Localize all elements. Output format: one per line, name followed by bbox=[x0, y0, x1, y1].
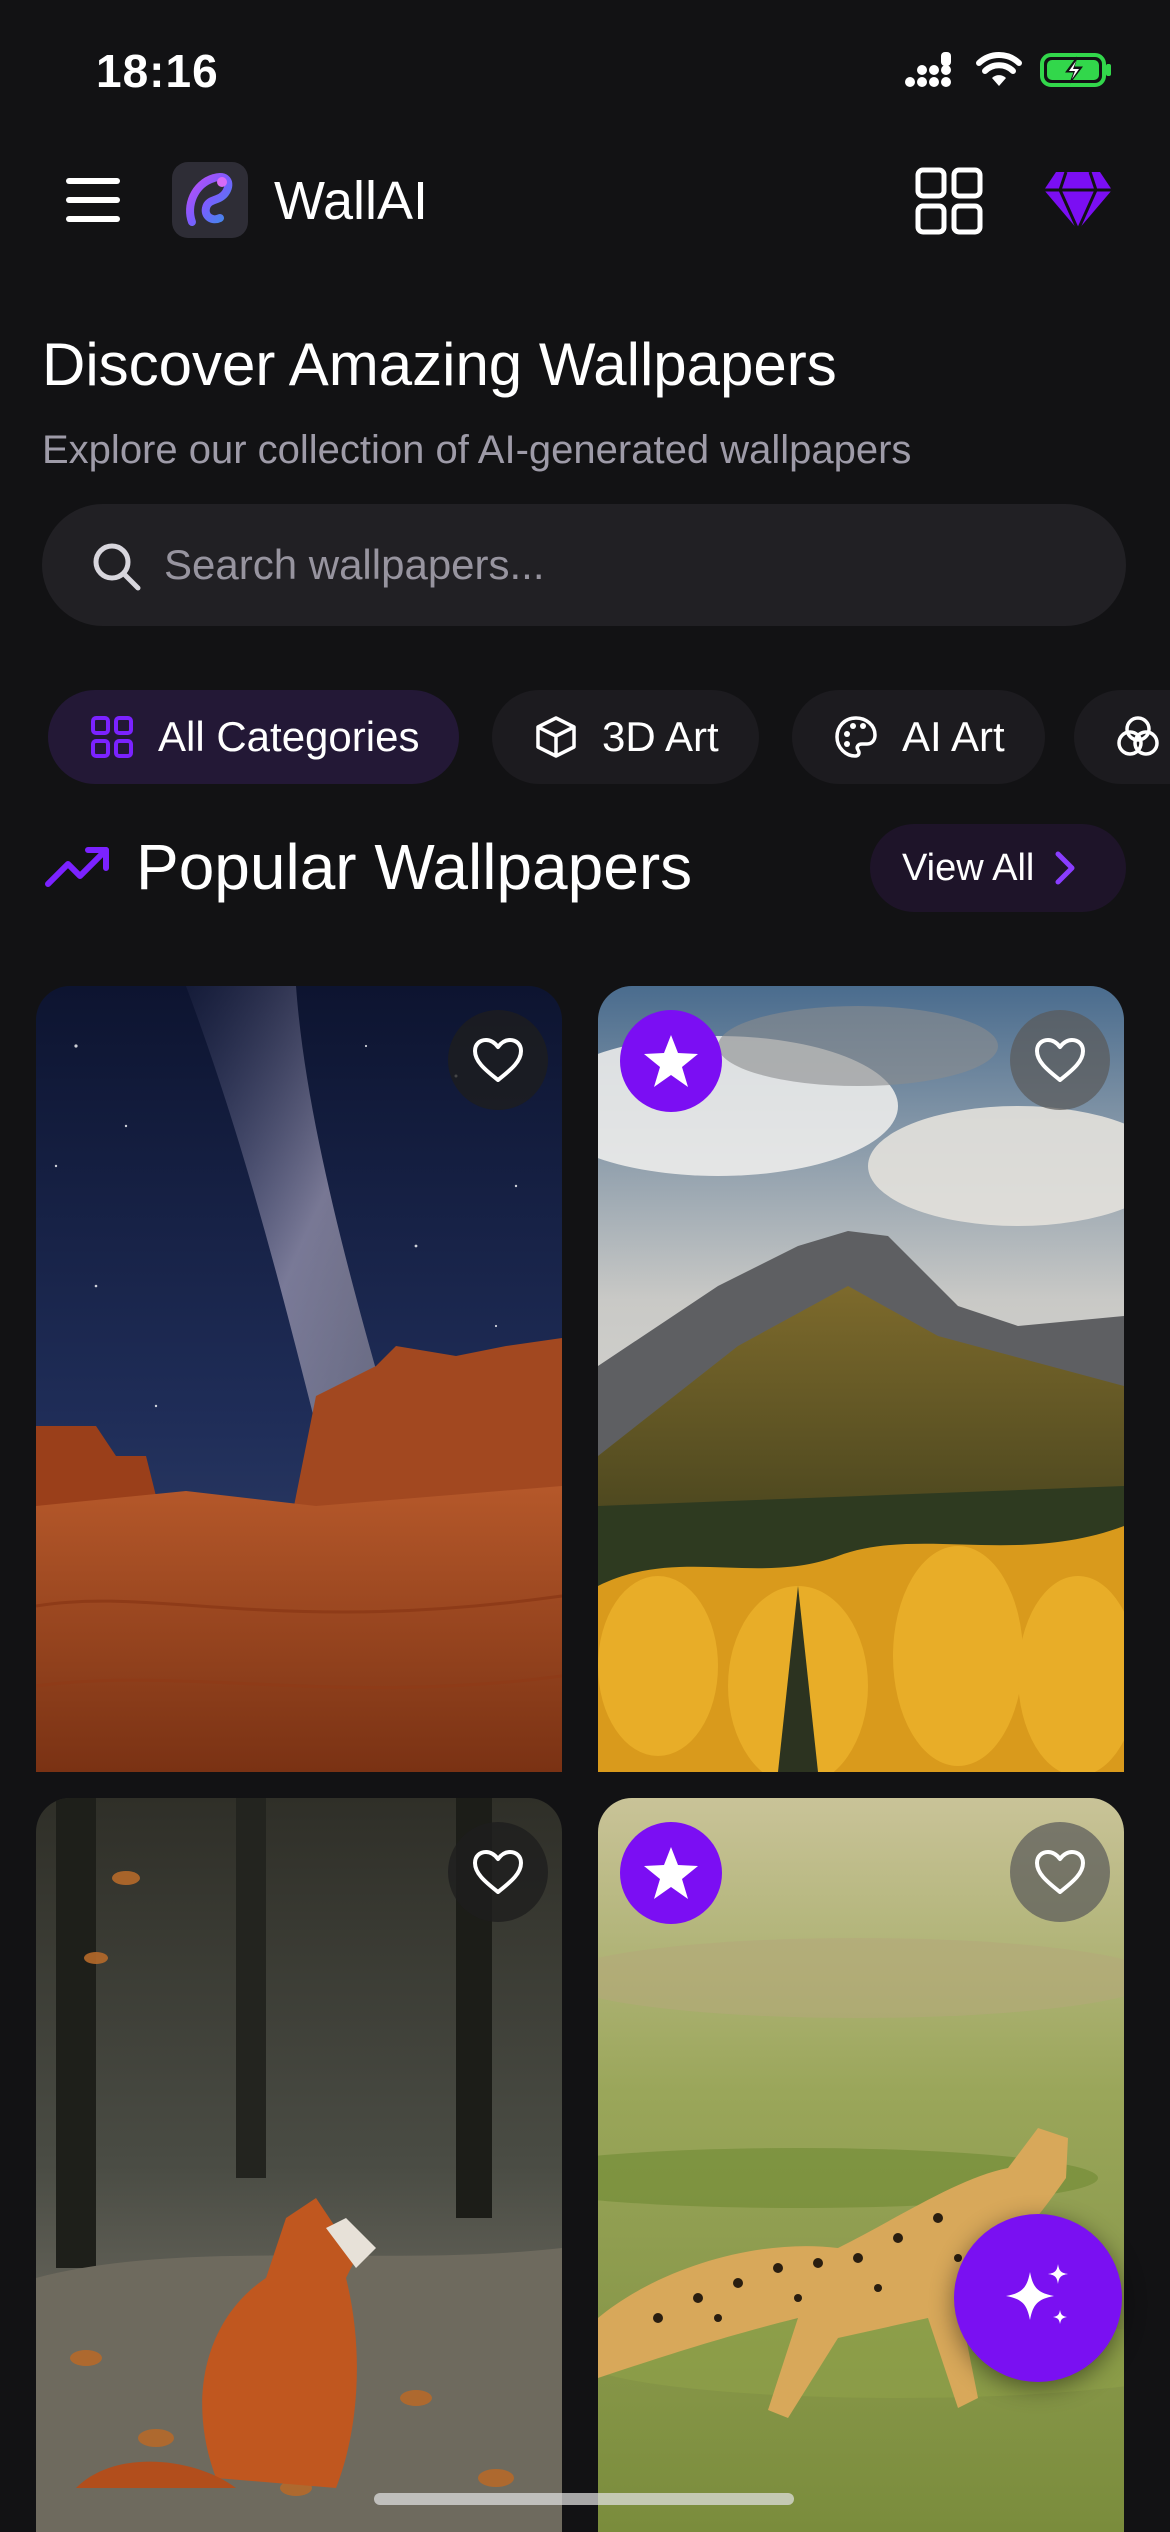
circles-icon bbox=[1117, 716, 1159, 756]
heart-icon bbox=[1035, 1850, 1085, 1894]
chevron-right-icon bbox=[1055, 851, 1075, 885]
premium-badge bbox=[620, 1010, 722, 1112]
popular-section-header: Popular Wallpapers View All bbox=[0, 822, 1170, 912]
favorite-button[interactable] bbox=[1010, 1822, 1110, 1922]
wifi-icon bbox=[976, 52, 1022, 86]
star-icon bbox=[644, 1035, 698, 1087]
cube-icon bbox=[536, 716, 576, 758]
favorite-button[interactable] bbox=[448, 1822, 548, 1922]
favorite-button[interactable] bbox=[448, 1010, 548, 1110]
search-input[interactable] bbox=[164, 504, 1064, 626]
menu-button[interactable] bbox=[58, 172, 128, 228]
status-icons bbox=[904, 52, 1112, 88]
search-bar[interactable] bbox=[42, 504, 1126, 626]
battery-charging-icon bbox=[1040, 53, 1111, 87]
heart-icon bbox=[473, 1850, 523, 1894]
category-chip-3d-art[interactable]: 3D Art bbox=[492, 690, 759, 784]
sparkles-icon bbox=[1006, 2264, 1068, 2324]
view-all-button[interactable]: View All bbox=[870, 824, 1126, 912]
status-time: 18:16 bbox=[96, 45, 219, 97]
grid-icon bbox=[91, 716, 133, 758]
generate-wallpaper-button[interactable] bbox=[954, 2214, 1122, 2382]
menu-icon bbox=[66, 178, 120, 184]
favorite-button[interactable] bbox=[1010, 1010, 1110, 1110]
wallpaper-card[interactable] bbox=[36, 986, 562, 1772]
premium-button[interactable] bbox=[1042, 164, 1114, 236]
app-title: WallAI bbox=[274, 171, 429, 231]
view-all-label: View All bbox=[902, 846, 1035, 889]
app-logo bbox=[172, 162, 248, 238]
category-chip-label: All Categories bbox=[158, 713, 420, 760]
palette-icon bbox=[835, 716, 877, 758]
app-header: WallAI bbox=[0, 150, 1170, 250]
home-indicator[interactable] bbox=[374, 2493, 794, 2505]
category-chips: All Categories 3D Art AI Art bbox=[0, 690, 1170, 786]
page-title: Discover Amazing Wallpapers bbox=[42, 331, 837, 398]
cellular-signal-icon bbox=[905, 52, 951, 87]
category-chip-all[interactable]: All Categories bbox=[48, 690, 460, 784]
category-chip-ai-art[interactable]: AI Art bbox=[792, 690, 1045, 784]
heart-icon bbox=[1035, 1038, 1085, 1082]
wallpaper-card[interactable] bbox=[598, 986, 1124, 1772]
category-chip-more[interactable] bbox=[1074, 690, 1170, 784]
app-screen: 18:16 WallAI Discover Amazing Wallpapers… bbox=[0, 0, 1170, 2532]
grid-layout-icon bbox=[915, 167, 983, 235]
trending-up-icon bbox=[45, 847, 109, 887]
section-title: Popular Wallpapers bbox=[136, 831, 693, 903]
page-subtitle: Explore our collection of AI-generated w… bbox=[42, 428, 912, 472]
category-chip-label: 3D Art bbox=[602, 713, 719, 760]
category-chip-label: AI Art bbox=[902, 713, 1005, 760]
premium-badge bbox=[620, 1822, 722, 1924]
search-icon bbox=[93, 543, 141, 591]
heart-icon bbox=[473, 1038, 523, 1082]
status-bar: 18:16 bbox=[0, 0, 1170, 140]
grid-view-button[interactable] bbox=[914, 166, 984, 236]
wallpaper-card[interactable] bbox=[598, 1798, 1124, 2532]
diamond-icon bbox=[1044, 171, 1112, 234]
wallpaper-card[interactable] bbox=[36, 1798, 562, 2532]
star-icon bbox=[644, 1847, 698, 1899]
